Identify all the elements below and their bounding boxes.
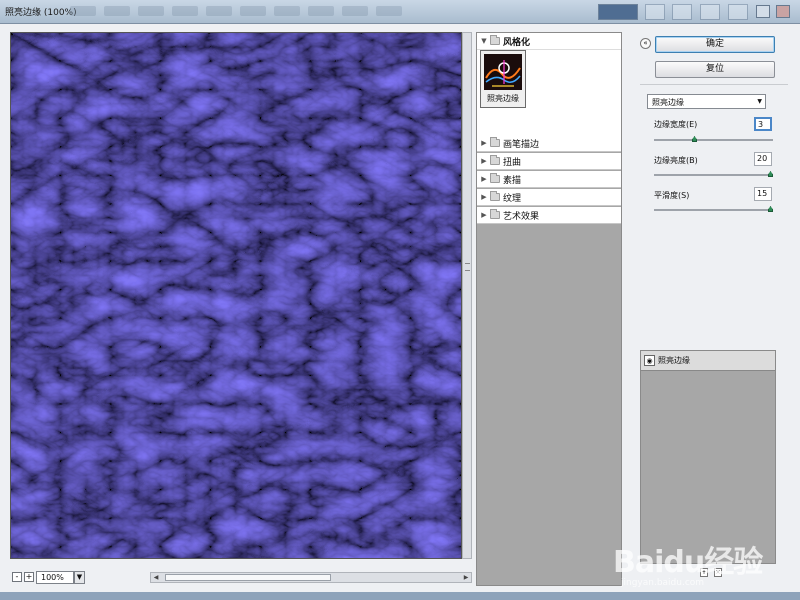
category-label: 纹理 [503,193,522,204]
filter-gallery-panel: ▼ 风格化 照亮边缘 ▶ 画笔描边 ▶ 扭曲 ▶ 素描 ▶ 纹理 ▶ 艺术效果 [476,32,622,586]
eye-icon[interactable]: ◉ [644,355,655,366]
collapse-gallery-icon[interactable]: « [640,38,651,49]
workspace-button[interactable] [728,4,748,20]
folder-icon [490,191,500,201]
preview-vertical-scrollbar[interactable] [462,32,472,559]
chevron-right-icon[interactable]: ▶ [461,573,471,582]
chevron-down-icon[interactable]: ▼ [74,571,85,584]
workspace-button[interactable] [672,4,692,20]
reset-button[interactable]: 复位 [655,61,775,78]
category-stylize[interactable]: ▼ 风格化 [477,33,621,50]
folder-icon [490,35,500,45]
smoothness-label: 平滑度(S) [654,191,690,200]
slider-knob[interactable] [692,136,697,142]
folder-icon [490,155,500,165]
filter-thumbnail-glowing-edges[interactable]: 照亮边缘 [480,50,526,108]
watermark-brand: Baidu经验 [613,545,763,580]
category-label: 画笔描边 [503,139,540,150]
filter-select[interactable]: 照亮边缘 ▼ [647,94,766,109]
preview-zoom-bar: - + 100% ▼ ◀ ▶ [10,570,472,586]
category-label: 艺术效果 [503,211,540,222]
layer-label: 照亮边缘 [658,356,690,365]
folder-icon [490,173,500,183]
chevron-down-icon[interactable]: ▼ [479,37,489,45]
category-brush-strokes[interactable]: ▶ 画笔描边 [477,135,621,152]
category-distort[interactable]: ▶ 扭曲 [477,153,621,170]
preview-horizontal-scrollbar[interactable]: ◀ ▶ [150,572,472,583]
glowing-texture-image [11,33,461,558]
chevron-right-icon[interactable]: ▶ [479,175,489,183]
filter-settings: 照亮边缘 ▼ 边缘宽度(E) 3 边缘亮度(B) 20 平滑度(S) 15 [640,84,788,334]
chevron-right-icon[interactable]: ▶ [479,139,489,147]
status-bar [0,592,800,600]
edge-width-label: 边缘宽度(E) [654,120,698,129]
effect-layers-panel: ◉ 照亮边缘 [640,350,776,564]
window-title: 照亮边缘 (100%) [5,8,77,18]
edge-brightness-slider[interactable] [654,171,773,177]
thumbnail-label: 照亮边缘 [487,94,519,103]
workspace-button[interactable] [700,4,720,20]
vertical-scroll-thumb[interactable] [465,263,470,271]
chevron-right-icon[interactable]: ▶ [479,211,489,219]
category-artistic[interactable]: ▶ 艺术效果 [477,207,621,224]
category-sketch[interactable]: ▶ 素描 [477,171,621,188]
settings-panel: « 确定 复位 照亮边缘 ▼ 边缘宽度(E) 3 边缘亮度(B) 20 平滑度(… [636,32,788,334]
close-button[interactable] [776,5,790,18]
preview-canvas[interactable] [10,32,462,559]
slider-knob[interactable] [768,206,773,212]
edge-brightness-input[interactable]: 20 [754,152,772,166]
chevron-left-icon[interactable]: ◀ [151,573,161,582]
filter-gallery-dialog: - + 100% ▼ ◀ ▶ ▼ 风格化 照亮边缘 ▶ 画笔描边 ▶ 扭曲 ▶ … [0,24,800,592]
ok-button[interactable]: 确定 [655,36,775,53]
workspace-button-active[interactable] [598,4,638,20]
filter-preview-icon [484,54,522,90]
category-label: 素描 [503,175,522,186]
folder-icon [490,209,500,219]
edge-brightness-label: 边缘亮度(B) [654,156,698,165]
slider-knob[interactable] [768,171,773,177]
category-label: 风格化 [503,37,531,48]
effect-layer-row[interactable]: ◉ 照亮边缘 [641,351,775,371]
watermark-url: jingyan.baidu.com [621,578,705,588]
smoothness-slider[interactable] [654,206,773,212]
chevron-right-icon[interactable]: ▶ [479,157,489,165]
zoom-in-button[interactable]: + [24,572,34,582]
folder-icon [490,137,500,147]
title-bar: 照亮边缘 (100%) [0,0,800,24]
category-texture[interactable]: ▶ 纹理 [477,189,621,206]
category-label: 扭曲 [503,157,522,168]
horizontal-scroll-thumb[interactable] [165,574,331,581]
menu-bar-ghost [70,6,402,18]
smoothness-input[interactable]: 15 [754,187,772,201]
zoom-level-field[interactable]: 100% [36,571,74,584]
category-stylize-expanded: ▼ 风格化 照亮边缘 [477,33,621,135]
minimize-button[interactable] [756,5,770,18]
workspace-button[interactable] [645,4,665,20]
edge-width-slider[interactable] [654,136,773,142]
chevron-right-icon[interactable]: ▶ [479,193,489,201]
filter-select-value: 照亮边缘 [652,98,684,107]
zoom-out-button[interactable]: - [12,572,22,582]
edge-width-input[interactable]: 3 [754,117,772,131]
chevron-down-icon: ▼ [757,98,762,105]
watermark-logo: Baidu经验 jingyan.baidu.com [613,537,783,599]
